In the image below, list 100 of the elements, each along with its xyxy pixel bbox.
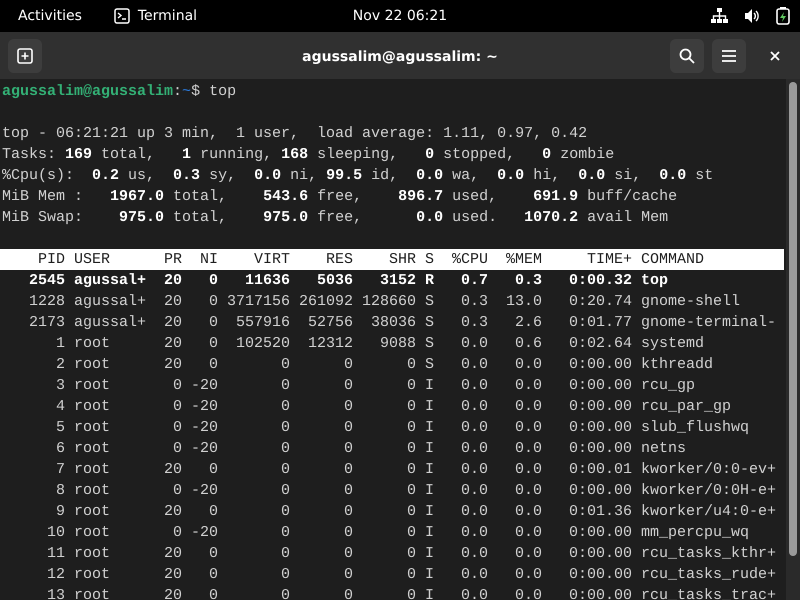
scrollbar[interactable] — [786, 79, 800, 600]
table-cell-text: 0 — [172, 439, 182, 459]
table-cell-text: rcu_par_gp — [640, 397, 732, 417]
table-cell-text: 8 — [54, 481, 65, 501]
app-menu[interactable]: Terminal — [114, 6, 198, 26]
plus-icon — [17, 48, 33, 64]
table-cell-text: 3717156 — [226, 292, 290, 312]
table-cell-text: 2545 — [28, 271, 65, 291]
table-cell-text: I — [424, 523, 434, 543]
clock[interactable]: Nov 22 06:21 — [352, 8, 448, 24]
table-cell-text: 0 — [208, 586, 218, 600]
table-cell-text: 0:00.00 — [568, 439, 632, 459]
table-cell-text: 0:00.00 — [568, 355, 632, 375]
table-cell-text: 0 — [172, 418, 182, 438]
table-cell-text: rcu_tasks_rude+ — [640, 565, 776, 585]
table-cell-text: 3 — [54, 376, 65, 396]
table-cell-text: I — [424, 439, 434, 459]
table-cell-text: 0 — [280, 502, 290, 522]
table-cell-text: 20 — [162, 313, 182, 333]
menu-button[interactable] — [712, 38, 746, 72]
table-cell-text: 0 — [342, 418, 353, 438]
table-cell-text: 0 — [280, 355, 290, 375]
column-header: S — [424, 250, 434, 270]
table-cell-text: 0:02.64 — [568, 334, 632, 354]
table-cell-text: 0 — [342, 481, 353, 501]
table-cell-text: 0.0 — [460, 586, 488, 600]
table-cell-text: 0 — [406, 355, 416, 375]
table-cell-text: kworker/0:0-ev+ — [640, 460, 776, 480]
table-cell-text: kworker/u4:0-e+ — [640, 502, 776, 522]
table-cell-text: 38036 — [370, 313, 416, 333]
prompt-user-host: agussalim@agussalim — [2, 83, 174, 100]
table-cell-text: 13 — [46, 586, 65, 600]
table-cell-text: 0 — [172, 481, 182, 501]
table-cell-text: 0 — [342, 544, 353, 564]
network-icon[interactable] — [711, 8, 728, 24]
table-cell-text: 0 — [208, 502, 218, 522]
table-cell-text: root — [73, 544, 112, 564]
table-cell-text: 0 — [280, 544, 290, 564]
table-cell-text: 1 — [54, 334, 65, 354]
table-cell-text: 10 — [46, 523, 65, 543]
table-cell-text: S — [424, 355, 434, 375]
table-cell-text: 0:00.00 — [568, 397, 632, 417]
table-cell-text: 9 — [54, 502, 65, 522]
table-cell-text: 0 — [280, 418, 290, 438]
table-cell-text: 0.0 — [460, 460, 488, 480]
table-cell-text: 20 — [162, 334, 182, 354]
table-cell-text: 0 — [406, 397, 416, 417]
table-cell-text: 11 — [46, 544, 65, 564]
volume-icon[interactable] — [744, 8, 760, 24]
table-cell-text: root — [73, 439, 112, 459]
table-cell-text: root — [73, 376, 112, 396]
table-cell-text: 0 — [406, 376, 416, 396]
table-cell-text: 0:00.00 — [568, 481, 632, 501]
table-cell-text: 0 — [406, 439, 416, 459]
search-button[interactable] — [670, 38, 704, 72]
table-cell-text: 0 — [406, 481, 416, 501]
table-cell-text: 0 — [406, 523, 416, 543]
table-cell-text: root — [73, 523, 112, 543]
table-cell-text: 0 — [342, 523, 353, 543]
table-cell-text: 261092 — [298, 292, 353, 312]
table-cell-text: 0 — [208, 271, 218, 291]
table-cell-text: 20 — [162, 460, 182, 480]
table-cell-text: -20 — [190, 523, 218, 543]
table-cell-text: 52756 — [306, 313, 353, 333]
table-cell-text: 0.0 — [460, 544, 488, 564]
new-tab-button[interactable] — [8, 38, 42, 72]
table-cell-text: 0.0 — [460, 523, 488, 543]
terminal-icon — [114, 8, 130, 24]
table-cell-text: 0.0 — [514, 481, 542, 501]
table-cell-text: rcu_tasks_kthr+ — [640, 544, 776, 564]
table-cell-text: gnome-terminal- — [640, 313, 776, 333]
battery-icon[interactable] — [776, 7, 790, 25]
summary-line: %Cpu(s): 0.2 us, 0.3 sy, 0.0 ni, 99.5 id, 0.0 wa, 0.0 hi, 0.0 si, 0.0 st — [2, 167, 714, 184]
table-cell-text: 0.0 — [460, 565, 488, 585]
table-cell-text: 20 — [162, 292, 182, 312]
table-cell-text: root — [73, 397, 112, 417]
table-cell-text: 0:00.00 — [568, 418, 632, 438]
table-cell-text: 0 — [406, 502, 416, 522]
scrollbar-thumb[interactable] — [789, 82, 797, 556]
table-cell-text: root — [73, 586, 112, 600]
table-cell-text: S — [424, 334, 434, 354]
window-title: agussalim@agussalim: ~ — [302, 48, 498, 64]
table-cell-text: 0:00.00 — [568, 523, 632, 543]
table-cell-text: 12 — [46, 565, 65, 585]
table-cell-text: 6 — [54, 439, 65, 459]
activities-button[interactable]: Activities — [18, 6, 82, 26]
table-cell-text: I — [424, 418, 434, 438]
table-cell-text: agussal+ — [73, 271, 148, 291]
table-cell-text: 0.0 — [514, 523, 542, 543]
table-cell-text: I — [424, 502, 434, 522]
table-cell-text: rcu_gp — [640, 376, 696, 396]
summary-line: MiB Mem : 1967.0 total, 543.6 free, 896.7 used, 691.9 buff/cache — [2, 188, 678, 205]
column-header: %MEM — [504, 250, 542, 270]
table-cell-text: mm_percpu_wq — [640, 523, 750, 543]
table-cell-text: 0.0 — [514, 397, 542, 417]
table-cell-text: 0.0 — [460, 397, 488, 417]
table-cell-text: 0.0 — [460, 355, 488, 375]
app-name: Terminal — [138, 6, 198, 26]
table-cell-text: 0.0 — [514, 586, 542, 600]
table-cell-text: I — [424, 397, 434, 417]
